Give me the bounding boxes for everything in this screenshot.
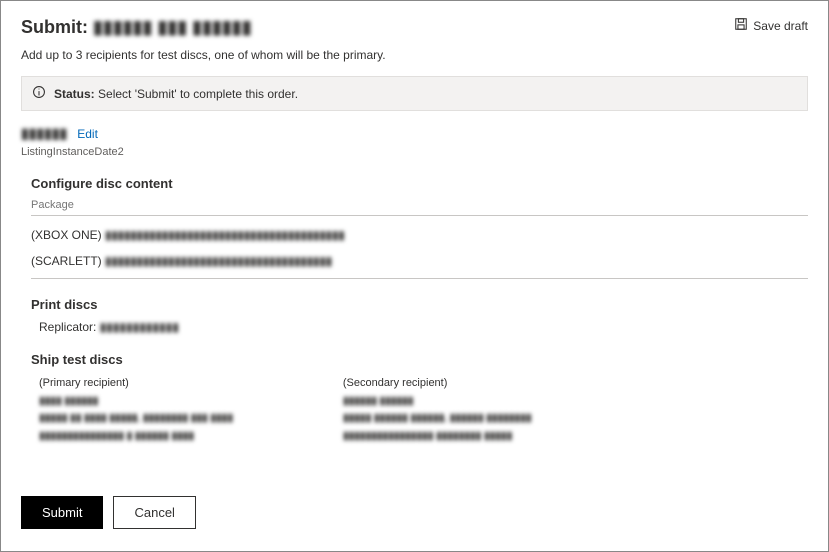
replicator-value: ▮▮▮▮▮▮▮▮▮▮▮▮	[100, 320, 179, 334]
title-name: ▮▮▮▮▮▮ ▮▮▮ ▮▮▮▮▮▮	[93, 17, 252, 37]
package-column-header: Package	[31, 199, 808, 216]
status-text: Select 'Submit' to complete this order.	[98, 87, 298, 101]
primary-heading: (Primary recipient)	[39, 375, 233, 393]
package-desc: ▮▮▮▮▮▮▮▮▮▮▮▮▮▮▮▮▮▮▮▮▮▮▮▮▮▮▮▮▮▮▮▮▮▮▮▮	[105, 254, 332, 268]
cancel-button[interactable]: Cancel	[113, 496, 195, 529]
ship-title: Ship test discs	[31, 352, 808, 367]
primary-name: ▮▮▮▮ ▮▮▮▮▮▮	[39, 393, 233, 411]
save-draft-label: Save draft	[753, 19, 808, 33]
page-title: Submit: ▮▮▮▮▮▮ ▮▮▮ ▮▮▮▮▮▮	[21, 17, 252, 38]
configure-title: Configure disc content	[31, 176, 808, 191]
package-desc: ▮▮▮▮▮▮▮▮▮▮▮▮▮▮▮▮▮▮▮▮▮▮▮▮▮▮▮▮▮▮▮▮▮▮▮▮▮▮	[105, 228, 345, 242]
page-subtitle: Add up to 3 recipients for test discs, o…	[21, 48, 808, 62]
primary-contact: ▮▮▮▮▮▮▮▮▮▮▮▮▮▮▮ ▮ ▮▮▮▮▮▮ ▮▮▮▮	[39, 428, 233, 446]
primary-address: ▮▮▮▮▮ ▮▮ ▮▮▮▮ ▮▮▮▮▮, ▮▮▮▮▮▮▮▮ ▮▮▮ ▮▮▮▮	[39, 410, 233, 428]
print-title: Print discs	[31, 297, 808, 312]
listing-instance-date: ListingInstanceDate2	[21, 146, 808, 158]
secondary-recipient: (Secondary recipient) ▮▮▮▮▮▮ ▮▮▮▮▮▮ ▮▮▮▮…	[343, 375, 532, 445]
status-label: Status:	[54, 87, 95, 101]
configure-disc-content-section: Configure disc content Package (XBOX ONE…	[21, 176, 808, 279]
divider	[31, 278, 808, 279]
secondary-heading: (Secondary recipient)	[343, 375, 532, 393]
replicator-label: Replicator:	[39, 320, 96, 334]
ship-test-discs-section: Ship test discs (Primary recipient) ▮▮▮▮…	[21, 352, 808, 445]
edit-link[interactable]: Edit	[77, 127, 98, 141]
secondary-address: ▮▮▮▮▮ ▮▮▮▮▮▮ ▮▮▮▮▮▮, ▮▮▮▮▮▮ ▮▮▮▮▮▮▮▮	[343, 410, 532, 428]
title-prefix: Submit:	[21, 17, 88, 37]
secondary-name: ▮▮▮▮▮▮ ▮▮▮▮▮▮	[343, 393, 532, 411]
status-bar: Status: Select 'Submit' to complete this…	[21, 76, 808, 111]
listing-name: ▮▮▮▮▮▮	[21, 125, 67, 142]
package-platform: (XBOX ONE)	[31, 228, 102, 242]
submit-button[interactable]: Submit	[21, 496, 103, 529]
package-platform: (SCARLETT)	[31, 254, 102, 268]
save-draft-button[interactable]: Save draft	[734, 17, 808, 34]
print-discs-section: Print discs Replicator: ▮▮▮▮▮▮▮▮▮▮▮▮	[21, 297, 808, 334]
package-row: (SCARLETT) ▮▮▮▮▮▮▮▮▮▮▮▮▮▮▮▮▮▮▮▮▮▮▮▮▮▮▮▮▮…	[31, 248, 808, 274]
secondary-contact: ▮▮▮▮▮▮▮▮▮▮▮▮▮▮▮▮ ▮▮▮▮▮▮▮▮ ▮▮▮▮▮	[343, 428, 532, 446]
primary-recipient: (Primary recipient) ▮▮▮▮ ▮▮▮▮▮▮ ▮▮▮▮▮ ▮▮…	[39, 375, 233, 445]
info-icon	[32, 85, 46, 102]
save-icon	[734, 17, 748, 34]
package-row: (XBOX ONE) ▮▮▮▮▮▮▮▮▮▮▮▮▮▮▮▮▮▮▮▮▮▮▮▮▮▮▮▮▮…	[31, 222, 808, 248]
